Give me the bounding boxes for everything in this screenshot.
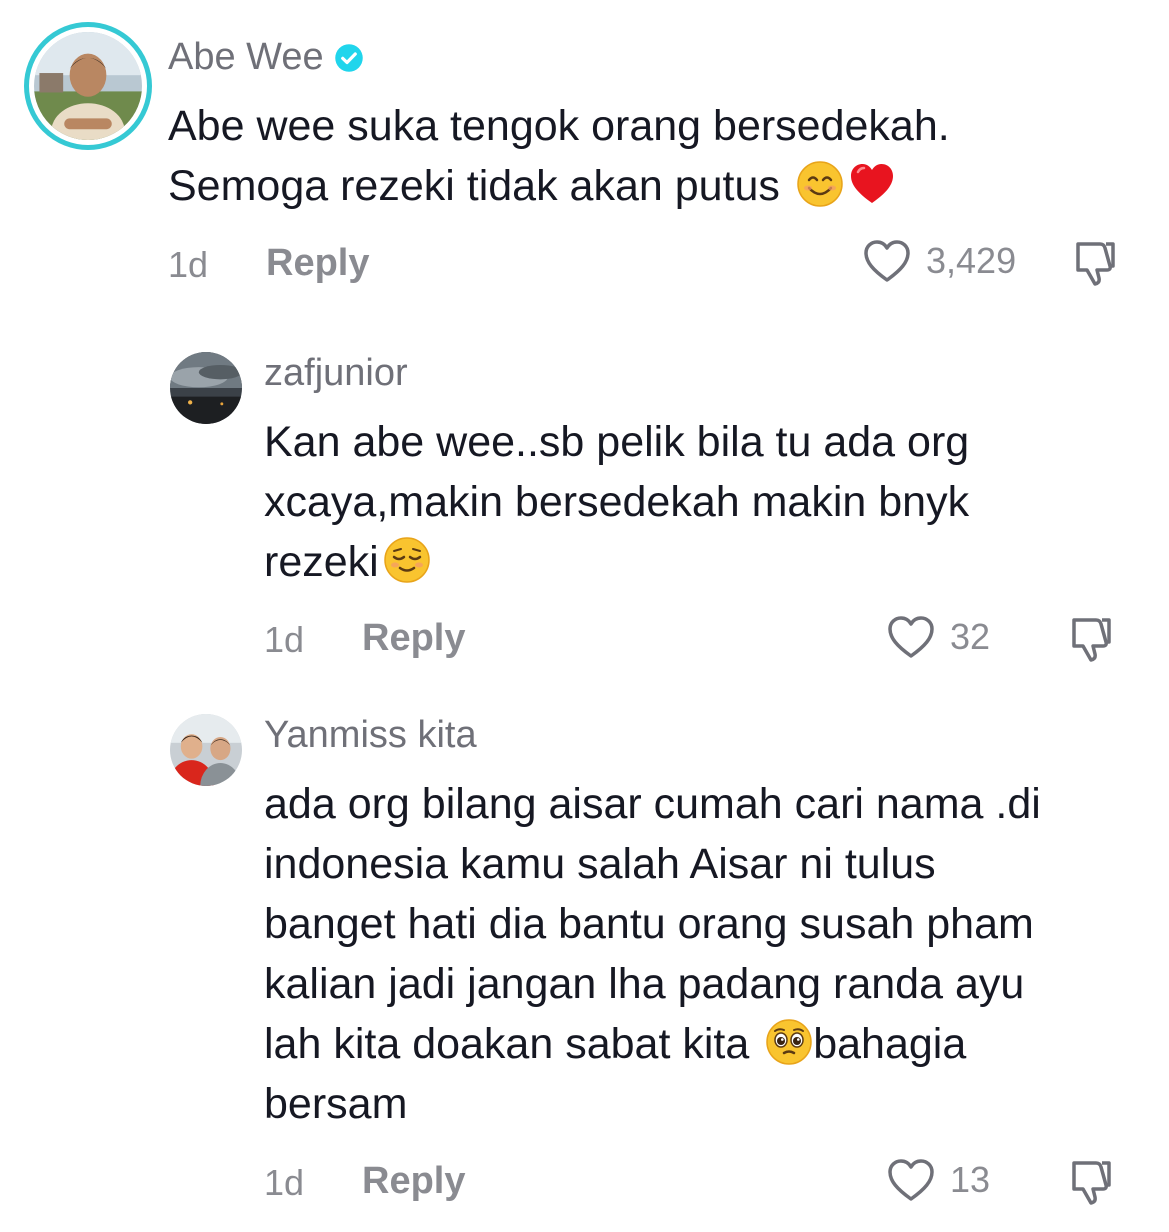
avatar[interactable] bbox=[170, 714, 242, 786]
comment-text: Abe wee suka tengok orang bersedekah. Se… bbox=[168, 96, 1128, 216]
verified-badge-icon bbox=[334, 43, 364, 73]
comment-text: ada org bilang aisar cumah cari nama .di… bbox=[264, 774, 1144, 1134]
comment-line: Abe wee suka tengok orang bersedekah. bbox=[168, 102, 950, 150]
username-label[interactable]: Yanmiss kita bbox=[264, 714, 477, 757]
comment-line: lah kita doakan sabat kita bahagia bbox=[264, 1018, 967, 1068]
comment-line: xcaya,makin bersedekah makin bnyk bbox=[264, 478, 970, 526]
comment-line: rezeki bbox=[264, 532, 1144, 592]
username[interactable]: Abe Wee bbox=[168, 36, 364, 79]
avatar[interactable] bbox=[170, 352, 242, 424]
relieved-face-icon bbox=[383, 536, 431, 584]
like-button[interactable]: 13 bbox=[886, 1157, 990, 1203]
dislike-icon[interactable] bbox=[1070, 238, 1120, 288]
red-heart-icon bbox=[848, 160, 896, 208]
comment-line: kalian jadi jangan lha padang randa ayu bbox=[264, 960, 1025, 1008]
like-button[interactable]: 3,429 bbox=[862, 238, 1016, 284]
dislike-icon[interactable] bbox=[1066, 614, 1116, 664]
heart-outline-icon[interactable] bbox=[886, 1157, 936, 1203]
comment-line: Kan abe wee..sb pelik bila tu ada org bbox=[264, 418, 970, 466]
username[interactable]: zafjunior bbox=[264, 352, 408, 395]
comment-line: Semoga rezeki tidak akan putus bbox=[168, 156, 1128, 216]
like-button[interactable]: 32 bbox=[886, 614, 990, 660]
like-count: 3,429 bbox=[926, 240, 1017, 281]
comment-line: banget hati dia bantu orang susah pham bbox=[264, 900, 1034, 948]
comment-line: indonesia kamu salah Aisar ni tulus bbox=[264, 840, 936, 888]
heart-outline-icon[interactable] bbox=[862, 238, 912, 284]
comment-time: 1d bbox=[264, 619, 305, 660]
like-count: 32 bbox=[950, 616, 991, 657]
comment-line: bersam bbox=[264, 1080, 408, 1128]
comment-text: Kan abe wee..sb pelik bila tu ada org xc… bbox=[264, 412, 1144, 592]
dislike-icon[interactable] bbox=[1066, 1157, 1116, 1207]
comment-line: ada org bilang aisar cumah cari nama .di bbox=[264, 780, 1041, 828]
heart-outline-icon[interactable] bbox=[886, 614, 936, 660]
reply-button[interactable]: Reply bbox=[362, 617, 465, 660]
reply-button[interactable]: Reply bbox=[362, 1160, 465, 1203]
comment-time: 1d bbox=[168, 244, 209, 285]
avatar[interactable] bbox=[34, 32, 142, 140]
like-count: 13 bbox=[950, 1159, 991, 1200]
pleading-face-icon bbox=[765, 1018, 813, 1066]
username-label[interactable]: Abe Wee bbox=[168, 36, 324, 79]
username-label[interactable]: zafjunior bbox=[264, 352, 408, 395]
reply-button[interactable]: Reply bbox=[266, 242, 369, 285]
comment-time: 1d bbox=[264, 1162, 305, 1203]
smiling-face-icon bbox=[796, 160, 844, 208]
username[interactable]: Yanmiss kita bbox=[264, 714, 477, 757]
